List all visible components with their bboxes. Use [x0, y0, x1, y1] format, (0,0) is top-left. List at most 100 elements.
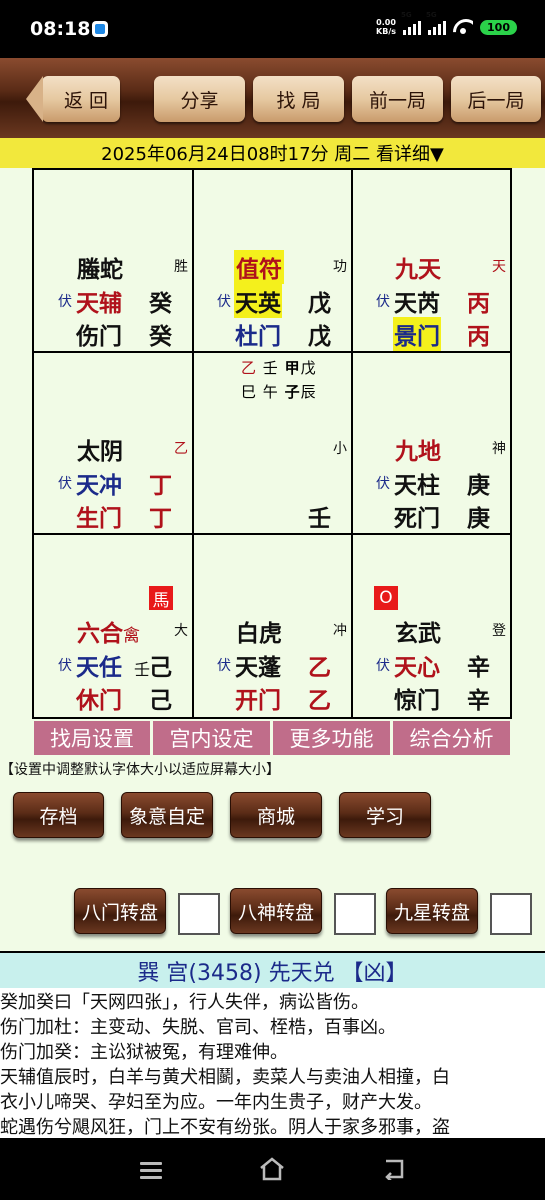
horse-marker: 馬	[149, 586, 173, 611]
earth-stem: 己	[149, 688, 172, 714]
top-toolbar: 返 回 分享 找 局 前一局 后一局	[0, 58, 545, 138]
center-stems: 乙 壬 甲戊 巳 午 子辰	[241, 359, 317, 401]
palace-god: 玄武	[395, 621, 441, 647]
palace-door: 生门	[76, 506, 122, 532]
palace-tag: 登	[492, 623, 506, 639]
palace-god: 六合禽	[77, 621, 140, 647]
god-rotate-checkbox[interactable]	[334, 893, 376, 935]
wifi-icon	[453, 19, 473, 35]
palace-tag: 乙	[174, 441, 188, 457]
palace-star: 天蓬	[235, 655, 281, 681]
heaven-stem: 庚	[467, 473, 490, 499]
prev-button[interactable]: 前一局	[352, 76, 443, 122]
palace-dui[interactable]: 九地 神 伏 天柱 庚 死门 庚	[352, 352, 510, 535]
tab-more-functions[interactable]: 更多功能	[273, 721, 390, 755]
god-rotate-button[interactable]: 八神转盘	[230, 888, 322, 934]
date-bar[interactable]: 2025年06月24日08时17分 周二 看详细▼	[0, 138, 545, 168]
fu-mark: 伏	[376, 294, 390, 310]
star-rotate-checkbox[interactable]	[490, 893, 532, 935]
system-nav-bar	[0, 1138, 545, 1200]
home-icon[interactable]	[259, 1157, 285, 1181]
palace-star: 天心	[394, 655, 440, 681]
palace-center[interactable]: 乙 壬 甲戊 巳 午 子辰 小 壬	[193, 352, 353, 535]
palace-tag: 冲	[333, 623, 347, 639]
back-nav-icon[interactable]	[382, 1158, 406, 1180]
heaven-stem: 辛	[467, 655, 490, 681]
earth-stem: 壬	[308, 506, 331, 532]
door-rotate-checkbox[interactable]	[178, 893, 220, 935]
palace-star: 天任	[76, 655, 122, 681]
back-button[interactable]: 返 回	[26, 76, 120, 122]
palace-door: 杜门	[235, 324, 281, 350]
palace-tag: 天	[492, 259, 506, 275]
heaven-stem: 己	[149, 655, 172, 681]
heaven-stem: 癸	[149, 291, 172, 317]
palace-zhen[interactable]: 太阴 乙 伏 天冲 丁 生门 丁	[34, 352, 194, 535]
palace-li[interactable]: 值符 功 伏 天英 戊 杜门 戊	[193, 170, 353, 353]
palace-star: 天辅	[76, 291, 122, 317]
tab-analysis[interactable]: 综合分析	[393, 721, 510, 755]
palace-door: 死门	[394, 506, 440, 532]
battery-icon: 100	[480, 19, 517, 35]
status-indicators: 0.00 KB/s 5G 5G 100	[376, 11, 517, 36]
palace-door: 景门	[393, 317, 441, 351]
palace-god: 值符	[234, 250, 284, 284]
chart-area: 螣蛇 胜 伏 天辅 癸 伤门 癸 值符 功 伏 天英 戊 杜门 戊 九天 天 伏…	[0, 168, 545, 951]
learn-button[interactable]: 学习	[339, 792, 431, 838]
palace-star: 天芮	[394, 291, 440, 317]
palace-tag: 大	[174, 623, 188, 639]
earth-stem: 丙	[467, 324, 490, 350]
find-button[interactable]: 找 局	[253, 76, 344, 122]
shop-button[interactable]: 商城	[230, 792, 322, 838]
palace-tag: 功	[333, 259, 347, 275]
palace-info-title: 巽 宫(3458) 先天兑 【凶】	[0, 951, 545, 988]
palace-door: 惊门	[394, 688, 440, 714]
empty-marker: O	[374, 586, 398, 610]
palace-god: 九天	[395, 257, 441, 283]
earth-stem: 戊	[308, 324, 331, 350]
function-menu: 找局设置 宫内设定 更多功能 综合分析	[34, 721, 510, 755]
status-bar: 08:18 0.00 KB/s 5G 5G 100	[0, 0, 545, 58]
tab-find-settings[interactable]: 找局设置	[34, 721, 150, 755]
palace-door: 伤门	[76, 324, 122, 350]
save-button[interactable]: 存档	[13, 792, 104, 838]
fu-mark: 伏	[58, 658, 72, 674]
next-button[interactable]: 后一局	[451, 76, 541, 122]
palace-qian[interactable]: O 玄武 登 伏 天心 辛 惊门 辛	[352, 534, 510, 717]
heaven-stem: 乙	[308, 655, 331, 681]
palace-info-text: 癸加癸曰「天网四张」，行人失伴，病讼皆伤。 伤门加杜：主变动、失脱、官司、桎梏，…	[0, 992, 450, 1138]
recent-apps-icon[interactable]	[140, 1162, 162, 1179]
earth-stem: 丁	[149, 506, 172, 532]
fu-mark: 伏	[58, 476, 72, 492]
palace-tag: 神	[492, 441, 506, 457]
palace-kan[interactable]: 白虎 冲 伏 天蓬 乙 开门 乙	[193, 534, 353, 717]
star-rotate-button[interactable]: 九星转盘	[386, 888, 478, 934]
fu-mark: 伏	[217, 294, 231, 310]
palace-star: 天英	[234, 284, 282, 318]
status-time: 08:18	[30, 18, 91, 40]
palace-star: 天柱	[394, 473, 440, 499]
palace-gen[interactable]: 馬 六合禽 大 伏 天任 壬 己 休门 己	[34, 534, 194, 717]
palace-tag: 小	[333, 441, 347, 457]
palace-xun[interactable]: 螣蛇 胜 伏 天辅 癸 伤门 癸	[34, 170, 194, 353]
app-notification-icon	[92, 21, 108, 37]
custom-meaning-button[interactable]: 象意自定	[121, 792, 213, 838]
earth-stem: 乙	[308, 688, 331, 714]
fu-mark: 伏	[58, 294, 72, 310]
hint-text: 【设置中调整默认字体大小以适应屏幕大小】	[0, 762, 280, 778]
earth-stem: 辛	[467, 688, 490, 714]
door-rotate-button[interactable]: 八门转盘	[74, 888, 166, 934]
palace-god: 螣蛇	[77, 257, 123, 283]
palace-info-panel[interactable]: 巽 宫(3458) 先天兑 【凶】 癸加癸曰「天网四张」，行人失伴，病讼皆伤。 …	[0, 951, 545, 1138]
signal-icon: 5G	[401, 11, 422, 35]
palace-grid: 螣蛇 胜 伏 天辅 癸 伤门 癸 值符 功 伏 天英 戊 杜门 戊 九天 天 伏…	[32, 168, 512, 719]
palace-tag: 胜	[174, 259, 188, 275]
share-button[interactable]: 分享	[154, 76, 245, 122]
heaven-stem: 戊	[308, 291, 331, 317]
palace-god: 白虎	[236, 621, 282, 647]
palace-kun[interactable]: 九天 天 伏 天芮 丙 景门 丙	[352, 170, 510, 353]
tab-palace-settings[interactable]: 宫内设定	[153, 721, 270, 755]
fu-mark: 伏	[376, 476, 390, 492]
palace-god: 太阴	[77, 439, 123, 465]
palace-god: 九地	[395, 439, 441, 465]
